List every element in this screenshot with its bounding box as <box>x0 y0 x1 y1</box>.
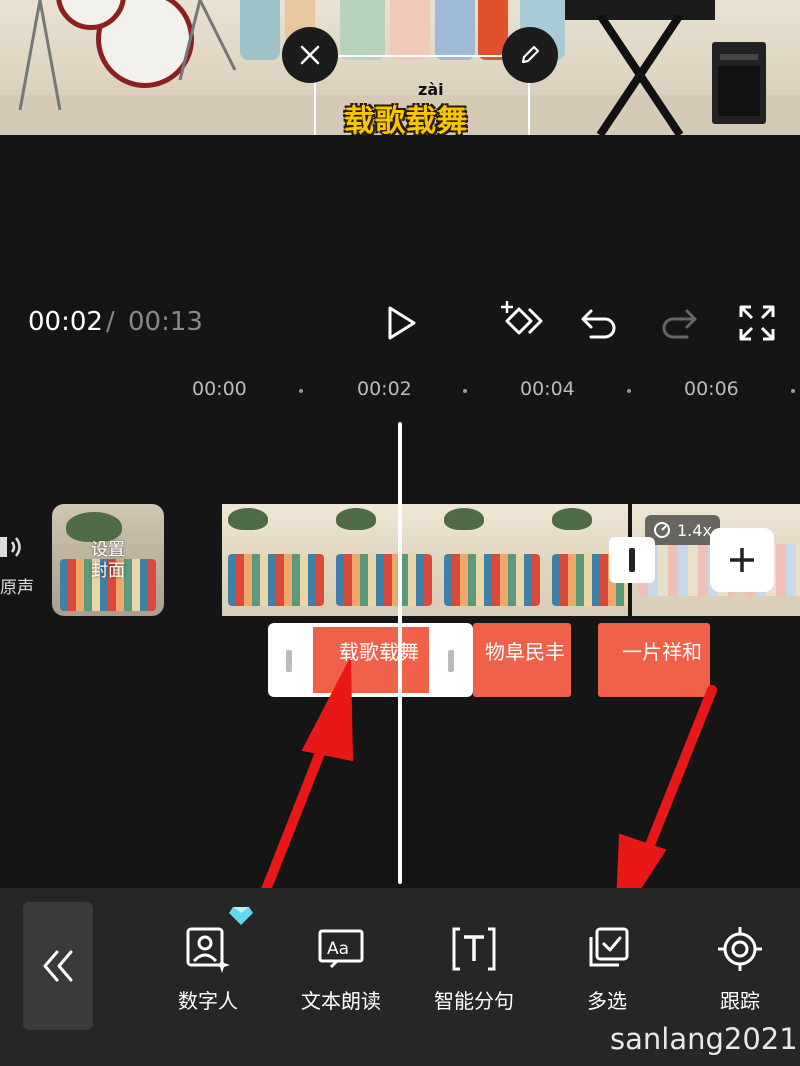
smart-split-icon <box>452 927 496 971</box>
toolbar-item-tracking[interactable]: 跟踪 <box>680 925 800 1014</box>
toolbar-item-label: 智能分句 <box>434 989 514 1013</box>
watermark: sanlang2021 <box>610 1022 798 1056</box>
toolbar-item-text-to-speech[interactable]: Aa 文本朗读 <box>281 925 401 1014</box>
toolbar-item-label: 文本朗读 <box>301 989 381 1013</box>
premium-gem-icon <box>229 907 253 925</box>
annotation-arrow <box>257 659 354 905</box>
svg-text:Aa: Aa <box>327 939 349 959</box>
toolbar-item-label: 多选 <box>587 989 627 1013</box>
toolbar-item-smart-split[interactable]: 智能分句 <box>414 925 534 1014</box>
tracking-icon <box>718 927 762 971</box>
toolbar-item-label: 跟踪 <box>720 989 760 1013</box>
toolbar-item-multi-select[interactable]: 多选 <box>547 925 667 1014</box>
digital-human-icon <box>186 927 230 973</box>
toolbar-item-label: 数字人 <box>178 989 238 1013</box>
multi-select-icon <box>589 927 629 967</box>
text-to-speech-icon: Aa <box>318 929 364 969</box>
collapse-toolbar-button[interactable] <box>23 902 93 1030</box>
double-chevron-left-icon <box>43 950 73 982</box>
toolbar-item-digital-human[interactable]: 数字人 <box>148 925 268 1014</box>
